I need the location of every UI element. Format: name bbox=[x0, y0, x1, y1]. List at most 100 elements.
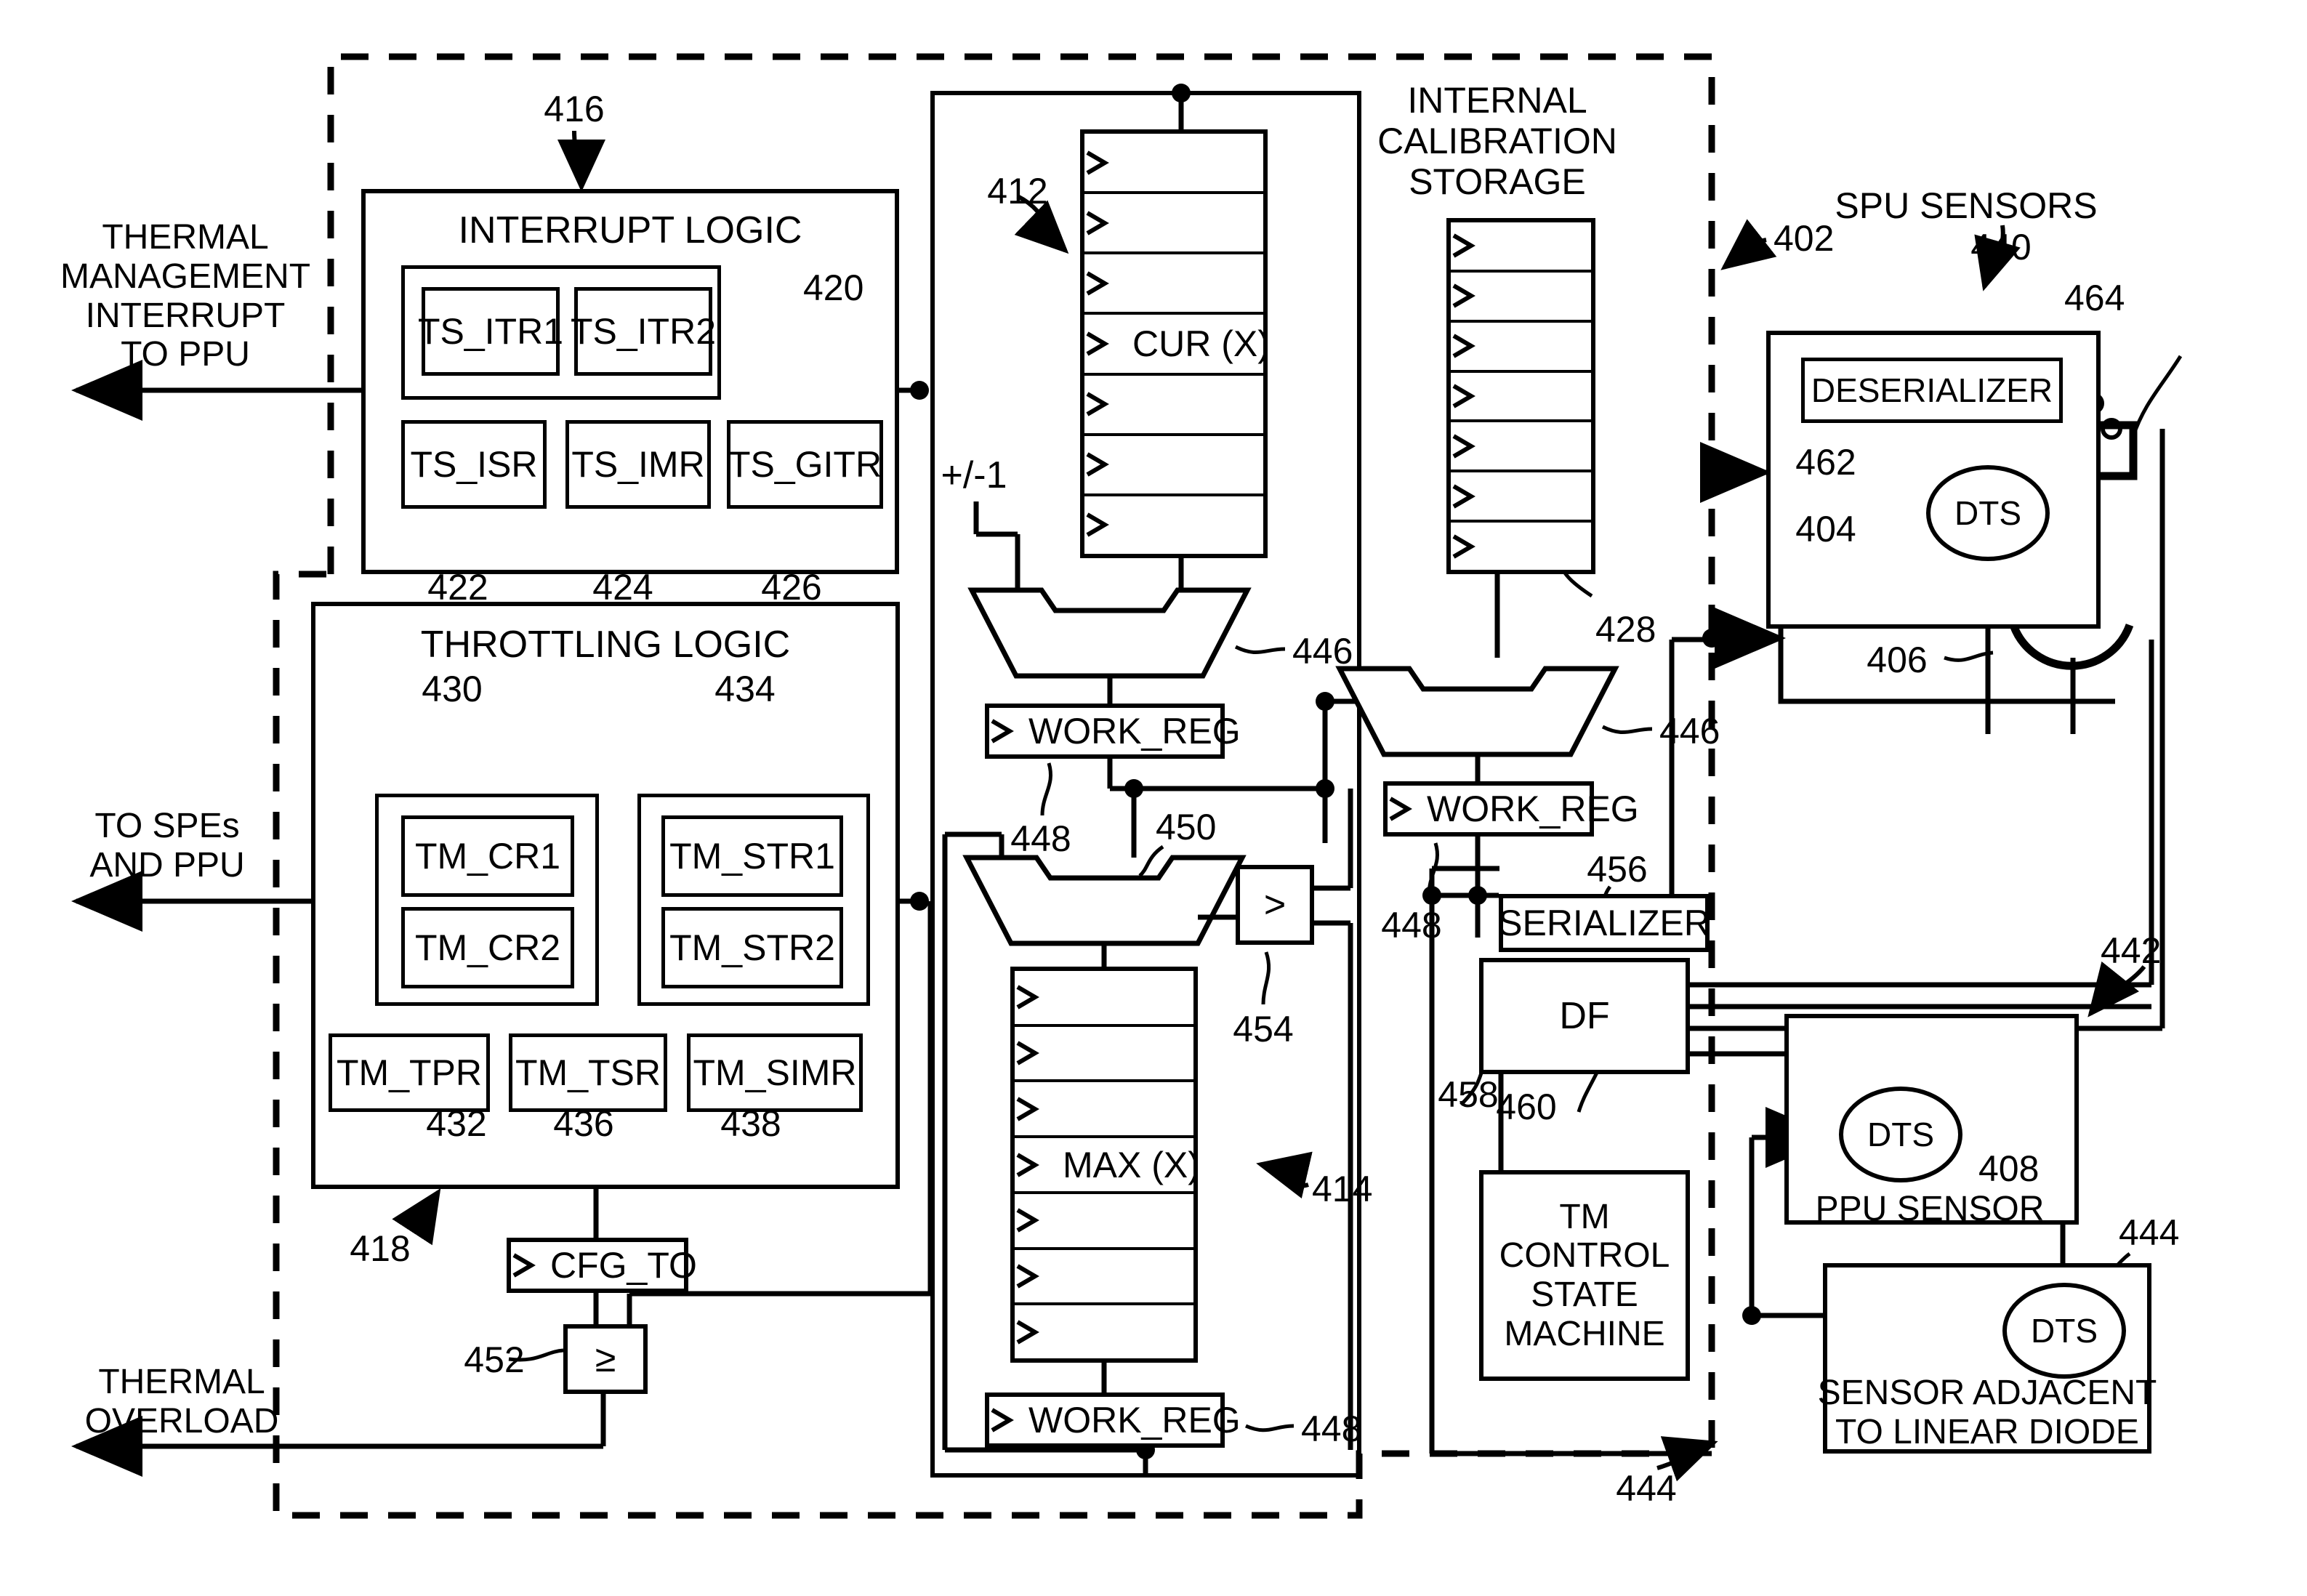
ref-428: 428 bbox=[1595, 609, 1656, 650]
ref-410: 444 bbox=[2119, 1212, 2180, 1253]
stack-row bbox=[1451, 323, 1591, 373]
stack-row bbox=[1451, 523, 1591, 570]
deserializer-block: DESERIALIZER bbox=[1801, 358, 2063, 423]
work-reg-top[interactable]: WORK_REG bbox=[985, 704, 1241, 759]
stack-row bbox=[1015, 971, 1193, 1027]
spu-sensors-title: SPU SENSORS bbox=[1835, 185, 2098, 226]
register-ts-itr2[interactable]: TS_ITR2 bbox=[571, 287, 716, 376]
register-ts-isr[interactable]: TS_ISR bbox=[401, 420, 547, 509]
register-tm-str1[interactable]: TM_STR1 bbox=[661, 815, 843, 897]
register-label: TM_TPR bbox=[337, 1052, 482, 1093]
stack-row bbox=[1084, 376, 1263, 436]
deserializer-label: DESERIALIZER bbox=[1811, 371, 2053, 409]
stack-row bbox=[1015, 1250, 1193, 1306]
clock-arrow-icon bbox=[1016, 985, 1039, 1009]
ref-454: 454 bbox=[1233, 1009, 1294, 1049]
thermal-overload-label: THERMAL OVERLOAD bbox=[84, 1363, 279, 1440]
register-ts-imr[interactable]: TS_IMR bbox=[565, 420, 711, 509]
register-tm-tsr[interactable]: TM_TSR bbox=[509, 1033, 667, 1112]
ref-448-bottom: 448 bbox=[1301, 1408, 1362, 1449]
register-tm-cr2[interactable]: TM_CR2 bbox=[401, 907, 574, 988]
stack-row bbox=[1084, 496, 1263, 554]
register-tm-simr[interactable]: TM_SIMR bbox=[687, 1033, 863, 1112]
register-ts-itr1[interactable]: TS_ITR1 bbox=[418, 287, 563, 376]
clock-arrow-icon bbox=[1016, 1208, 1039, 1233]
stack-row bbox=[1084, 134, 1263, 195]
state-machine-label: TM CONTROL STATE MACHINE bbox=[1499, 1197, 1670, 1353]
work-reg-bottom[interactable]: WORK_REG bbox=[985, 1393, 1241, 1448]
ref-446-top: 446 bbox=[1292, 631, 1353, 672]
ref-446-right: 446 bbox=[1659, 711, 1720, 751]
clock-arrow-icon bbox=[1452, 334, 1475, 358]
ref-458: 458 bbox=[1438, 1074, 1499, 1115]
stack-row bbox=[1451, 472, 1591, 523]
ref-462: 462 bbox=[1795, 442, 1856, 483]
ref-438: 438 bbox=[720, 1103, 781, 1144]
clock-arrow-icon bbox=[1452, 484, 1475, 509]
clock-arrow-icon bbox=[1086, 150, 1109, 175]
clock-arrow-icon bbox=[1016, 1152, 1039, 1177]
register-label: TS_ISR bbox=[410, 444, 538, 485]
register-tm-tpr[interactable]: TM_TPR bbox=[329, 1033, 490, 1112]
max-x-register-stack: MAX (X) bbox=[1010, 967, 1200, 1363]
ref-442: 442 bbox=[2101, 930, 2162, 971]
register-label: TS_ITR1 bbox=[417, 311, 564, 352]
ref-448-right: 448 bbox=[1381, 905, 1442, 946]
interrupt-logic-title: INTERRUPT LOGIC bbox=[458, 209, 802, 251]
register-label: TS_GITR bbox=[728, 444, 882, 485]
clock-arrow-icon bbox=[1452, 533, 1475, 559]
register-label: TM_CR1 bbox=[414, 836, 561, 876]
tm-control-state-machine-block: TM CONTROL STATE MACHINE bbox=[1479, 1170, 1690, 1381]
register-ts-gitr[interactable]: TS_GITR bbox=[727, 420, 883, 509]
cur-x-register-stack: CUR (X) bbox=[1080, 129, 1270, 558]
ref-452: 452 bbox=[464, 1339, 525, 1380]
dts-label: DTS bbox=[2031, 1312, 2098, 1350]
clock-arrow-icon bbox=[1389, 797, 1412, 821]
clock-arrow-icon bbox=[1452, 233, 1475, 259]
clock-arrow-icon bbox=[1086, 392, 1109, 416]
diode-sensor-title: SENSOR ADJACENT TO LINEAR DIODE bbox=[1817, 1374, 2157, 1451]
stack-row bbox=[1451, 222, 1591, 273]
calibration-storage-title: INTERNAL CALIBRATION STORAGE bbox=[1377, 80, 1617, 202]
clock-arrow-icon bbox=[1452, 434, 1475, 459]
ref-444: 444 bbox=[1616, 1468, 1677, 1509]
stack-row bbox=[1451, 373, 1591, 423]
max-x-label: MAX (X) bbox=[1063, 1144, 1200, 1185]
serializer-block: SERIALIZER bbox=[1498, 894, 1710, 952]
ref-434: 434 bbox=[714, 669, 776, 709]
to-spes-and-ppu-label: TO SPEs AND PPU bbox=[89, 807, 245, 884]
serializer-label: SERIALIZER bbox=[1498, 903, 1710, 943]
cur-x-label: CUR (X) bbox=[1132, 323, 1270, 364]
ref-418: 418 bbox=[350, 1228, 411, 1269]
ref-416: 416 bbox=[544, 89, 605, 129]
ref-406: 406 bbox=[1867, 640, 1928, 680]
clock-arrow-icon bbox=[1452, 384, 1475, 408]
clock-arrow-icon bbox=[1086, 331, 1109, 356]
ref-412: 412 bbox=[987, 171, 1048, 211]
ref-408: 408 bbox=[1978, 1148, 2040, 1189]
stack-row bbox=[1451, 422, 1591, 473]
clock-arrow-icon bbox=[1086, 512, 1109, 537]
work-reg-right[interactable]: WORK_REG bbox=[1383, 781, 1639, 837]
greater-than-comparator: > bbox=[1236, 865, 1314, 945]
stack-row bbox=[1084, 254, 1263, 315]
register-label: TM_CR2 bbox=[414, 927, 561, 968]
clock-arrow-icon bbox=[1016, 1264, 1039, 1289]
ref-440: 440 bbox=[1970, 227, 2032, 267]
clock-arrow-icon bbox=[1086, 211, 1109, 235]
dts-sensor-ppu: DTS bbox=[1839, 1087, 1962, 1182]
df-label: DF bbox=[1559, 995, 1610, 1037]
register-tm-cr1[interactable]: TM_CR1 bbox=[401, 815, 574, 897]
throttling-logic-title: THROTTLING LOGIC bbox=[420, 624, 791, 666]
register-tm-str2[interactable]: TM_STR2 bbox=[661, 907, 843, 988]
clock-arrow-icon bbox=[1452, 283, 1475, 308]
dts-sensor-diode: DTS bbox=[2002, 1283, 2126, 1379]
df-block: DF bbox=[1479, 958, 1690, 1074]
register-cfg-to[interactable]: CFG_TO bbox=[507, 1238, 697, 1293]
register-label: WORK_REG bbox=[1028, 1400, 1241, 1440]
dts-label: DTS bbox=[1954, 494, 2021, 532]
ref-436: 436 bbox=[553, 1103, 614, 1144]
ref-448-top: 448 bbox=[1010, 818, 1071, 859]
register-label: CFG_TO bbox=[550, 1245, 697, 1286]
stack-row bbox=[1084, 194, 1263, 255]
